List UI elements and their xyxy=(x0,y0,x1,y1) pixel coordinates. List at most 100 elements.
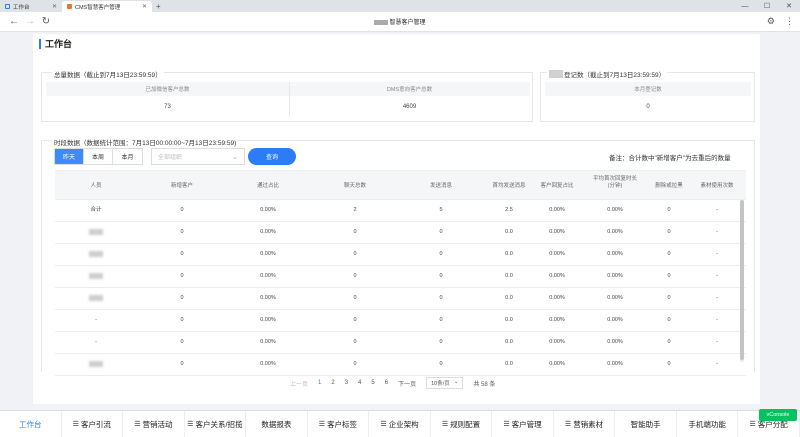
table-cell: 0 xyxy=(667,273,671,279)
bottom-nav-item[interactable]: ☰ 企业架构 xyxy=(369,411,431,437)
table-cell: 0.0 xyxy=(505,361,513,367)
table-cell: 0 xyxy=(667,339,671,345)
page-number[interactable]: 6 xyxy=(385,380,388,386)
table-cell: 0 xyxy=(439,229,443,235)
hamburger-icon: ☰ xyxy=(380,421,387,428)
table-cell: 0.00% xyxy=(549,251,565,257)
table-cell: 0 xyxy=(439,273,443,279)
tab-label: 工作台 xyxy=(13,4,30,11)
table-cell: - xyxy=(716,339,718,345)
bottom-nav-item[interactable]: ☰ 规则配置 xyxy=(431,411,493,437)
table-cell: 0.00% xyxy=(549,317,565,323)
bottom-nav-label: 客户引流 xyxy=(80,419,111,429)
minimize-icon[interactable]: — xyxy=(734,3,756,10)
table-cell: 0 xyxy=(180,273,184,279)
table-cell: 0.00% xyxy=(260,273,276,279)
column-header: 客户回复占比 xyxy=(540,183,574,189)
person-name xyxy=(89,229,103,238)
window-controls: — ☐ ✕ xyxy=(734,0,800,12)
table-cell: - xyxy=(716,229,718,235)
table-cell: 0.00% xyxy=(260,317,276,323)
table-cell: 0 xyxy=(353,361,357,367)
table-cell: 0.0 xyxy=(505,229,513,235)
close-icon[interactable]: ✕ xyxy=(142,3,147,10)
next-page-button[interactable]: 下一页 xyxy=(398,379,416,388)
column-header: 聊天总数 xyxy=(343,183,367,189)
page-number[interactable]: 1 xyxy=(318,380,321,386)
browser-tab-cms[interactable]: CMS智慧客户管理 ✕ xyxy=(62,1,152,12)
bottom-nav-item[interactable]: ☰ 客户关系/招揽 xyxy=(185,411,247,437)
table-cell: 0 xyxy=(667,295,671,301)
page-number[interactable]: 3 xyxy=(345,380,348,386)
hamburger-icon: ☰ xyxy=(72,421,79,428)
bottom-nav-item[interactable]: ☰ 客户标签 xyxy=(308,411,370,437)
table-cell: 0.00% xyxy=(549,295,565,301)
organization-select[interactable]: 全部组织 ⌄ xyxy=(151,148,245,165)
new-tab-icon[interactable]: + xyxy=(152,1,165,12)
bottom-nav-item[interactable]: 工作台 xyxy=(0,411,62,437)
table-cell: 0 xyxy=(353,339,357,345)
table-cell: 0.00% xyxy=(260,229,276,235)
table-cell: 0 xyxy=(667,207,671,213)
bottom-nav-item[interactable]: 数据报表 xyxy=(246,411,308,437)
bottom-nav-item[interactable]: 智能助手 xyxy=(615,411,677,437)
bottom-nav-label: 手机端功能 xyxy=(688,419,726,429)
bottom-nav-label: 企业架构 xyxy=(388,419,419,429)
table-scrollbar-thumb[interactable] xyxy=(740,200,744,360)
stat-value: 73 xyxy=(164,104,171,110)
browser-tab-workbench[interactable]: 工作台 ✕ xyxy=(0,1,62,12)
bottom-nav-label: 客户关系/招揽 xyxy=(195,419,243,429)
table-cell: 0.00% xyxy=(260,361,276,367)
maximize-icon[interactable]: ☐ xyxy=(756,2,778,10)
table-cell: - xyxy=(716,207,718,213)
table-cell: 0 xyxy=(180,339,184,345)
registration-card: 登记数（截止到7月13日23:59:59） 本月登记数 0 xyxy=(540,69,755,122)
column-header: 人员 xyxy=(90,183,102,189)
stat-header: 已加微信客户总数 xyxy=(46,82,289,96)
page-number[interactable]: 4 xyxy=(358,380,361,386)
bottom-nav-item[interactable]: ☰ 营销素材 xyxy=(554,411,616,437)
table-header: 人员 新增客户 通过占比 聊天总数 发送消息 首均发送消息 客户回复占比 平均首… xyxy=(55,170,746,200)
table-cell: 0 xyxy=(353,251,357,257)
select-placeholder: 全部组织 xyxy=(158,155,183,161)
hamburger-icon: ☰ xyxy=(318,421,326,428)
page-number[interactable]: 2 xyxy=(331,380,334,386)
column-header: 发送消息 xyxy=(429,183,453,189)
bottom-nav-item[interactable]: ☰ 客户管理 xyxy=(492,411,554,437)
page-number[interactable]: 5 xyxy=(371,380,374,386)
vconsole-button[interactable]: vConsole xyxy=(759,409,797,421)
table-cell: 0 xyxy=(667,251,671,257)
bottom-nav-item[interactable]: ☰ 营销活动 xyxy=(123,411,185,437)
table-cell: 0.00% xyxy=(260,295,276,301)
total-data-card: 总量数据（截止到7月13日23:59:59） 已加微信客户总数 DMS意向客户总… xyxy=(41,69,533,122)
bottom-nav-item[interactable]: 手机端功能 xyxy=(677,411,739,437)
segment-yesterday[interactable]: 昨天 xyxy=(55,149,84,164)
redacted-name xyxy=(89,273,103,279)
table-cell: 0 xyxy=(667,361,671,367)
card-title: 登记数（截止到7月13日23:59:59） xyxy=(547,69,668,79)
close-window-icon[interactable]: ✕ xyxy=(778,2,800,10)
column-header: 删除或拉黑 xyxy=(655,183,683,189)
hamburger-icon: ☰ xyxy=(187,421,194,428)
query-button[interactable]: 查询 xyxy=(248,148,296,165)
hamburger-icon: ☰ xyxy=(503,421,510,428)
table-cell: 0.00% xyxy=(549,207,565,213)
page-size-select[interactable]: 10条/页 ⌄ xyxy=(426,377,464,389)
table-cell: 0 xyxy=(439,361,443,367)
segment-this-week[interactable]: 本周 xyxy=(84,149,113,164)
close-icon[interactable]: ✕ xyxy=(52,3,57,10)
table-row: 合计 0 0.00% 2 5 2.5 0.00% 0.00% 0 - xyxy=(55,200,746,222)
redacted-text xyxy=(549,70,563,78)
column-header: 通过占比 xyxy=(256,183,280,189)
segment-this-month[interactable]: 本月 xyxy=(113,149,142,164)
page-heading: 工作台 xyxy=(39,39,72,49)
bottom-nav-item[interactable]: ☰ 客户引流 xyxy=(62,411,124,437)
table-cell: 0.0 xyxy=(505,295,513,301)
table-cell: - xyxy=(716,251,718,257)
bottom-nav-label: 工作台 xyxy=(19,419,42,429)
table-cell: 0 xyxy=(353,317,357,323)
prev-page-button[interactable]: 上一页 xyxy=(290,379,308,388)
table-cell: 2 xyxy=(353,207,357,213)
table-cell: 0.0 xyxy=(505,251,513,257)
table-row: - 0 0.00% 0 0 0.0 0.00% 0.00% 0 - xyxy=(55,332,746,354)
